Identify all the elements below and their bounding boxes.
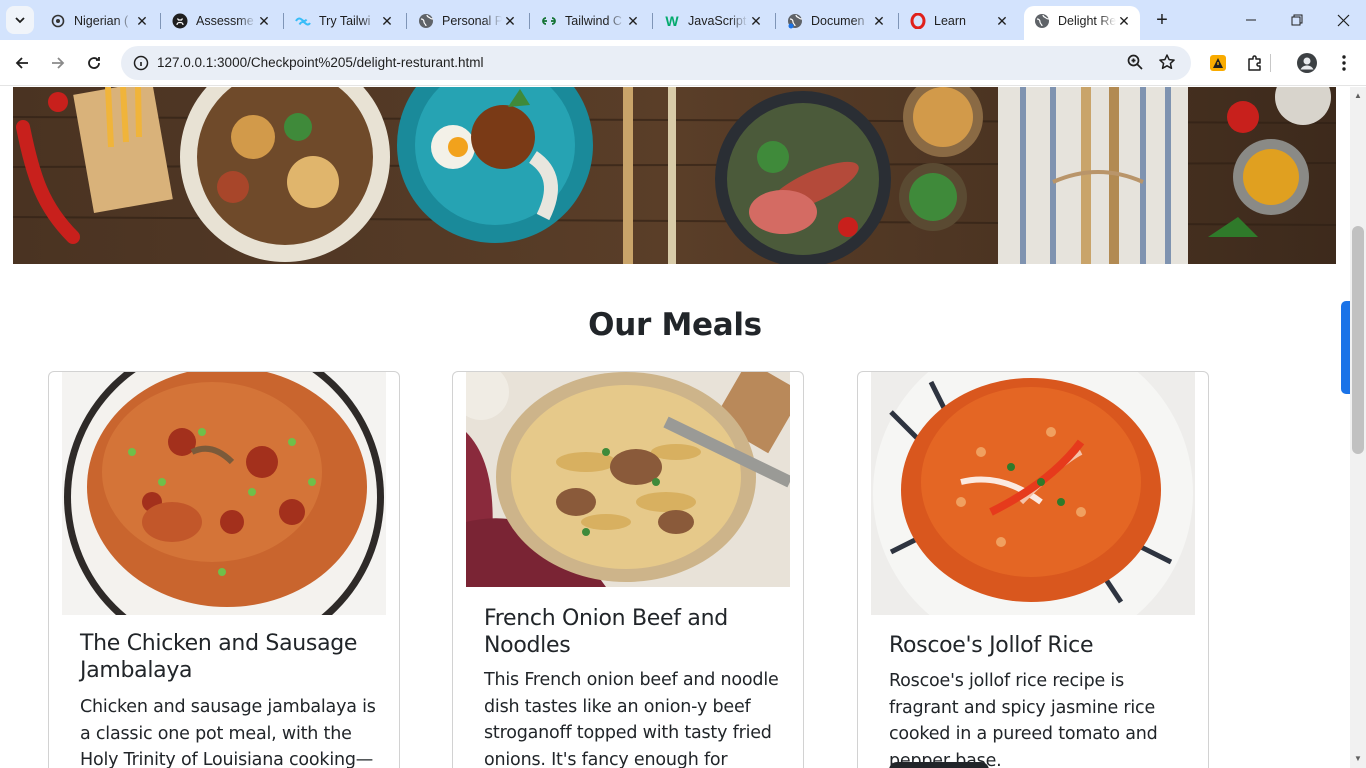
new-tab-button[interactable]: + — [1150, 8, 1174, 32]
tailwind-icon — [295, 13, 311, 29]
tab-separator — [898, 13, 899, 29]
minimize-icon — [1246, 19, 1256, 21]
openai-icon — [50, 13, 66, 29]
reload-icon — [88, 57, 100, 69]
url-text[interactable]: 127.0.0.1:3000/Checkpoint%205/delight-re… — [157, 55, 483, 70]
bookmark-star-icon[interactable] — [1158, 53, 1178, 73]
arrow-right-icon — [52, 57, 65, 69]
side-panel-indicator — [1341, 301, 1350, 394]
section-title: Our Meals — [588, 307, 762, 343]
tab-separator — [775, 13, 776, 29]
tab-nigerian[interactable]: Nigerian ( ✕ — [40, 6, 158, 36]
reload-button[interactable] — [80, 49, 108, 77]
tab-separator — [160, 13, 161, 29]
page-viewport: Our Meals The Chicken and Sausage Jambal… — [0, 87, 1350, 768]
zoom-icon[interactable] — [1126, 53, 1146, 73]
extension-warning-icon[interactable] — [1206, 51, 1230, 75]
tab-learn[interactable]: Learn ✕ — [900, 6, 1018, 36]
page-scrollbar[interactable]: ▲ ▼ — [1350, 87, 1366, 768]
extensions-puzzle-icon[interactable] — [1243, 51, 1267, 75]
scrollbar-thumb[interactable] — [1352, 226, 1364, 454]
tab-assessment[interactable]: Assessme ✕ — [162, 6, 280, 36]
meal-description: Roscoe's jollof rice recipe is fragrant … — [889, 671, 1158, 768]
restore-icon — [1291, 14, 1303, 26]
close-icon[interactable]: ✕ — [994, 13, 1010, 29]
github-icon — [172, 13, 188, 29]
globe-icon — [787, 13, 803, 29]
meal-description: This French onion beef and noodle dish t… — [484, 670, 779, 768]
meal-description: Chicken and sausage jambalaya is a class… — [80, 697, 376, 768]
tab-personal[interactable]: Personal P ✕ — [408, 6, 526, 36]
tab-delight-restaurant[interactable]: Delight Re ✕ — [1024, 6, 1140, 40]
tab-javascript[interactable]: W JavaScript ✕ — [654, 6, 772, 36]
tab-separator — [406, 13, 407, 29]
meal-card-french-onion-beef: French Onion Beef and Noodles This Frenc… — [452, 371, 804, 768]
back-button[interactable] — [8, 49, 36, 77]
meal-image-jollof-rice — [871, 372, 1195, 615]
close-icon[interactable]: ✕ — [625, 13, 641, 29]
scroll-down-arrow[interactable]: ▼ — [1353, 753, 1363, 763]
toolbar-divider — [1270, 54, 1271, 72]
close-icon — [1337, 14, 1349, 26]
close-icon[interactable]: ✕ — [502, 13, 518, 29]
forward-button[interactable] — [44, 49, 72, 77]
tab-title: Documen — [811, 14, 865, 28]
close-icon[interactable]: ✕ — [871, 13, 887, 29]
tab-strip: Nigerian ( ✕ Assessme ✕ Try Tailwi ✕ Per… — [0, 0, 1366, 40]
close-icon[interactable]: ✕ — [379, 13, 395, 29]
tab-title: JavaScript — [688, 14, 747, 28]
tab-separator — [652, 13, 653, 29]
browser-toolbar: 127.0.0.1:3000/Checkpoint%205/delight-re… — [0, 40, 1366, 86]
scroll-up-arrow[interactable]: ▲ — [1353, 90, 1363, 100]
meal-image-jambalaya — [62, 372, 386, 615]
address-bar[interactable]: 127.0.0.1:3000/Checkpoint%205/delight-re… — [121, 46, 1191, 80]
tab-separator — [529, 13, 530, 29]
food-table-illustration — [13, 87, 1336, 264]
close-window-button[interactable] — [1320, 0, 1366, 40]
tab-title: Try Tailwi — [319, 14, 371, 28]
order-button[interactable] — [889, 762, 989, 768]
globe-icon — [1034, 13, 1050, 29]
arrow-left-icon — [15, 57, 28, 69]
hero-banner-image — [13, 87, 1336, 264]
meal-card-jambalaya: The Chicken and Sausage Jambalaya Chicke… — [48, 371, 400, 768]
close-icon[interactable]: ✕ — [256, 13, 272, 29]
close-icon[interactable]: ✕ — [1116, 13, 1132, 29]
tab-title: Tailwind C — [565, 14, 622, 28]
restore-button[interactable] — [1274, 0, 1320, 40]
tab-title: Nigerian ( — [74, 14, 129, 28]
chevron-down-icon — [15, 17, 25, 24]
tab-title: Personal P — [442, 14, 502, 28]
tab-tailwind-css[interactable]: Tailwind C ✕ — [531, 6, 649, 36]
meal-title: The Chicken and Sausage Jambalaya — [80, 631, 358, 683]
tab-title: Delight Re — [1058, 14, 1116, 28]
profile-avatar[interactable] — [1295, 51, 1319, 75]
tab-search-button[interactable] — [6, 6, 34, 34]
meal-title: Roscoe's Jollof Rice — [889, 633, 1094, 658]
tab-title: Assessme — [196, 14, 254, 28]
site-info-icon[interactable] — [131, 53, 151, 73]
meal-card-jollof-rice: Roscoe's Jollof Rice Roscoe's jollof ric… — [857, 371, 1209, 768]
opera-icon — [910, 13, 926, 29]
tab-separator — [283, 13, 284, 29]
w3schools-icon: W — [665, 13, 679, 29]
meal-image-french-onion-beef — [466, 372, 790, 587]
kebab-menu-icon[interactable] — [1332, 51, 1356, 75]
tab-documentation[interactable]: Documen ✕ — [777, 6, 895, 36]
globe-icon — [418, 13, 434, 29]
meal-title: French Onion Beef and Noodles — [484, 606, 728, 658]
link-icon — [541, 13, 557, 29]
tab-try-tailwind[interactable]: Try Tailwi ✕ — [285, 6, 403, 36]
close-icon[interactable]: ✕ — [748, 13, 764, 29]
minimize-button[interactable] — [1228, 0, 1274, 40]
tab-title: Learn — [934, 14, 966, 28]
close-icon[interactable]: ✕ — [134, 13, 150, 29]
